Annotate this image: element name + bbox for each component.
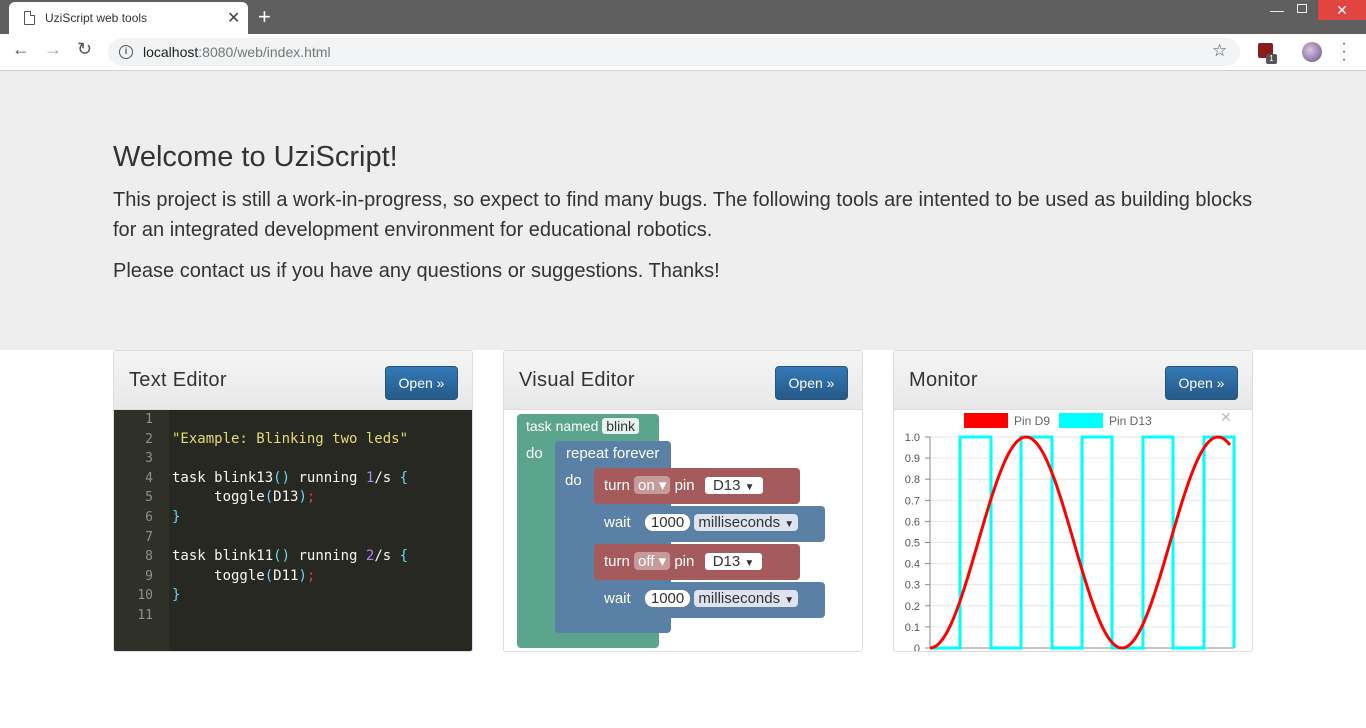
panel-heading: Text Editor Open » bbox=[114, 351, 472, 410]
y-tick-label: 0 bbox=[914, 643, 920, 652]
legend-label: Pin D13 bbox=[1109, 414, 1152, 428]
y-tick-label: 0.2 bbox=[905, 601, 920, 613]
contact-paragraph: Please contact us if you have any questi… bbox=[113, 260, 720, 282]
y-tick-label: 0.3 bbox=[905, 580, 920, 592]
url-text: localhost:8080/web/index.html bbox=[143, 44, 331, 60]
line-number: 6 bbox=[145, 509, 153, 525]
task-header: task named blink bbox=[526, 418, 640, 434]
line-number: 1 bbox=[145, 412, 153, 427]
page-icon bbox=[24, 11, 35, 25]
close-icon: ✕ bbox=[1220, 410, 1232, 425]
line-number: 4 bbox=[145, 470, 153, 486]
text-editor-panel: Text Editor Open » 1 2 3 4 5 6 7 8 9 10 11 "Exampl… bbox=[113, 350, 473, 652]
code-line: } bbox=[172, 587, 181, 604]
turn-off-block[interactable]: turn off ▾ pin D13 ▼ bbox=[594, 544, 800, 580]
page-title: Welcome to UziScript! bbox=[113, 141, 398, 173]
open-monitor-button[interactable]: Open » bbox=[1165, 366, 1238, 400]
do-label: do bbox=[565, 472, 582, 489]
code-line: task blink11() running 2/s { bbox=[172, 548, 409, 565]
new-tab-icon[interactable]: + bbox=[258, 4, 271, 30]
line-number: 5 bbox=[145, 490, 153, 506]
line-number: 11 bbox=[137, 607, 153, 623]
reload-icon[interactable]: ↻ bbox=[77, 39, 92, 60]
repeat-label: repeat forever bbox=[566, 445, 660, 462]
avatar[interactable] bbox=[1302, 42, 1322, 62]
y-tick-label: 0.8 bbox=[905, 474, 920, 486]
line-gutter: 1 2 3 4 5 6 7 8 9 10 11 bbox=[114, 410, 169, 651]
panel-heading: Visual Editor Open » bbox=[504, 351, 862, 410]
y-tick-label: 0.7 bbox=[905, 495, 920, 507]
legend-swatch bbox=[1059, 413, 1103, 428]
intro-paragraph: This project is still a work-in-progress… bbox=[113, 189, 1253, 241]
blocks-preview: task named blink do repeat forever do tu… bbox=[504, 410, 862, 651]
code-line: task blink13() running 1/s { bbox=[172, 469, 409, 486]
browser-toolbar: ← → ↻ i localhost:8080/web/index.html ☆ … bbox=[0, 34, 1366, 71]
code-preview: 1 2 3 4 5 6 7 8 9 10 11 "Example: Blinking two led… bbox=[114, 410, 472, 651]
forward-icon[interactable]: → bbox=[44, 39, 62, 60]
browser-tabbar: UziScript web tools ✕ + — ✕ bbox=[0, 0, 1366, 34]
code-lines: "Example: Blinking two leds" task blink13… bbox=[172, 410, 408, 626]
panel-heading: Monitor Open » bbox=[894, 351, 1252, 410]
menu-icon[interactable]: · · · bbox=[1340, 36, 1348, 68]
visual-editor-panel: Visual Editor Open » task named blink do… bbox=[503, 350, 863, 652]
y-tick-label: 0.9 bbox=[905, 453, 920, 465]
monitor-chart: Pin D9 Pin D13 ✕ 0 0.1 0.2 0.3 0.4 0.5 0.6 0.7 0.8 0… bbox=[894, 409, 1252, 652]
do-label: do bbox=[526, 445, 543, 462]
panel-title: Visual Editor bbox=[519, 369, 635, 391]
line-number: 8 bbox=[145, 549, 153, 565]
panel-title: Text Editor bbox=[129, 369, 227, 391]
wait-block[interactable]: wait 1000 milliseconds ▼ bbox=[594, 582, 825, 618]
y-tick-label: 1.0 bbox=[905, 432, 920, 444]
info-icon[interactable]: i bbox=[119, 45, 133, 59]
line-number: 10 bbox=[137, 588, 153, 604]
tab-title: UziScript web tools bbox=[45, 11, 148, 25]
legend-label: Pin D9 bbox=[1014, 414, 1050, 428]
open-text-editor-button[interactable]: Open » bbox=[385, 366, 458, 400]
task-name-field[interactable]: blink bbox=[602, 418, 640, 434]
legend-swatch bbox=[964, 413, 1008, 428]
chart-svg: Pin D9 Pin D13 ✕ 0 0.1 0.2 0.3 0.4 0.5 0.6 0.7 0.8 0… bbox=[905, 409, 1236, 652]
window-close-icon[interactable]: ✕ bbox=[1318, 0, 1366, 20]
bookmark-star-icon[interactable]: ☆ bbox=[1212, 41, 1227, 61]
code-line: "Example: Blinking two leds" bbox=[172, 430, 409, 447]
line-number: 9 bbox=[145, 568, 153, 584]
y-tick-label: 0.4 bbox=[905, 559, 920, 571]
extension-badge: 1 bbox=[1266, 54, 1277, 64]
open-visual-editor-button[interactable]: Open » bbox=[775, 366, 848, 400]
wait-block[interactable]: wait 1000 milliseconds ▼ bbox=[594, 506, 825, 542]
line-number: 7 bbox=[145, 529, 153, 545]
code-line: toggle(D13); bbox=[172, 489, 316, 506]
browser-tab[interactable]: UziScript web tools ✕ bbox=[9, 2, 248, 34]
jumbotron: Welcome to UziScript! This project is st… bbox=[0, 71, 1366, 350]
y-tick-label: 0.1 bbox=[905, 622, 920, 634]
monitor-panel: Monitor Open » Pin D9 Pin D13 ✕ 0 0.1 0.2 0.3 0… bbox=[893, 350, 1253, 652]
maximize-icon[interactable] bbox=[1297, 4, 1307, 13]
address-bar[interactable]: i localhost:8080/web/index.html ☆ bbox=[108, 38, 1240, 66]
line-number: 2 bbox=[145, 431, 153, 447]
code-line: toggle(D11); bbox=[172, 567, 316, 584]
y-tick-label: 0.6 bbox=[905, 516, 920, 528]
close-icon[interactable]: ✕ bbox=[227, 8, 240, 28]
panel-title: Monitor bbox=[909, 369, 978, 391]
minimize-icon[interactable]: — bbox=[1270, 2, 1284, 18]
line-number: 3 bbox=[145, 451, 153, 467]
code-line: } bbox=[172, 508, 181, 525]
y-tick-label: 0.5 bbox=[905, 538, 920, 550]
turn-on-block[interactable]: turn on ▾ pin D13 ▼ bbox=[594, 468, 800, 504]
back-icon[interactable]: ← bbox=[12, 39, 30, 60]
